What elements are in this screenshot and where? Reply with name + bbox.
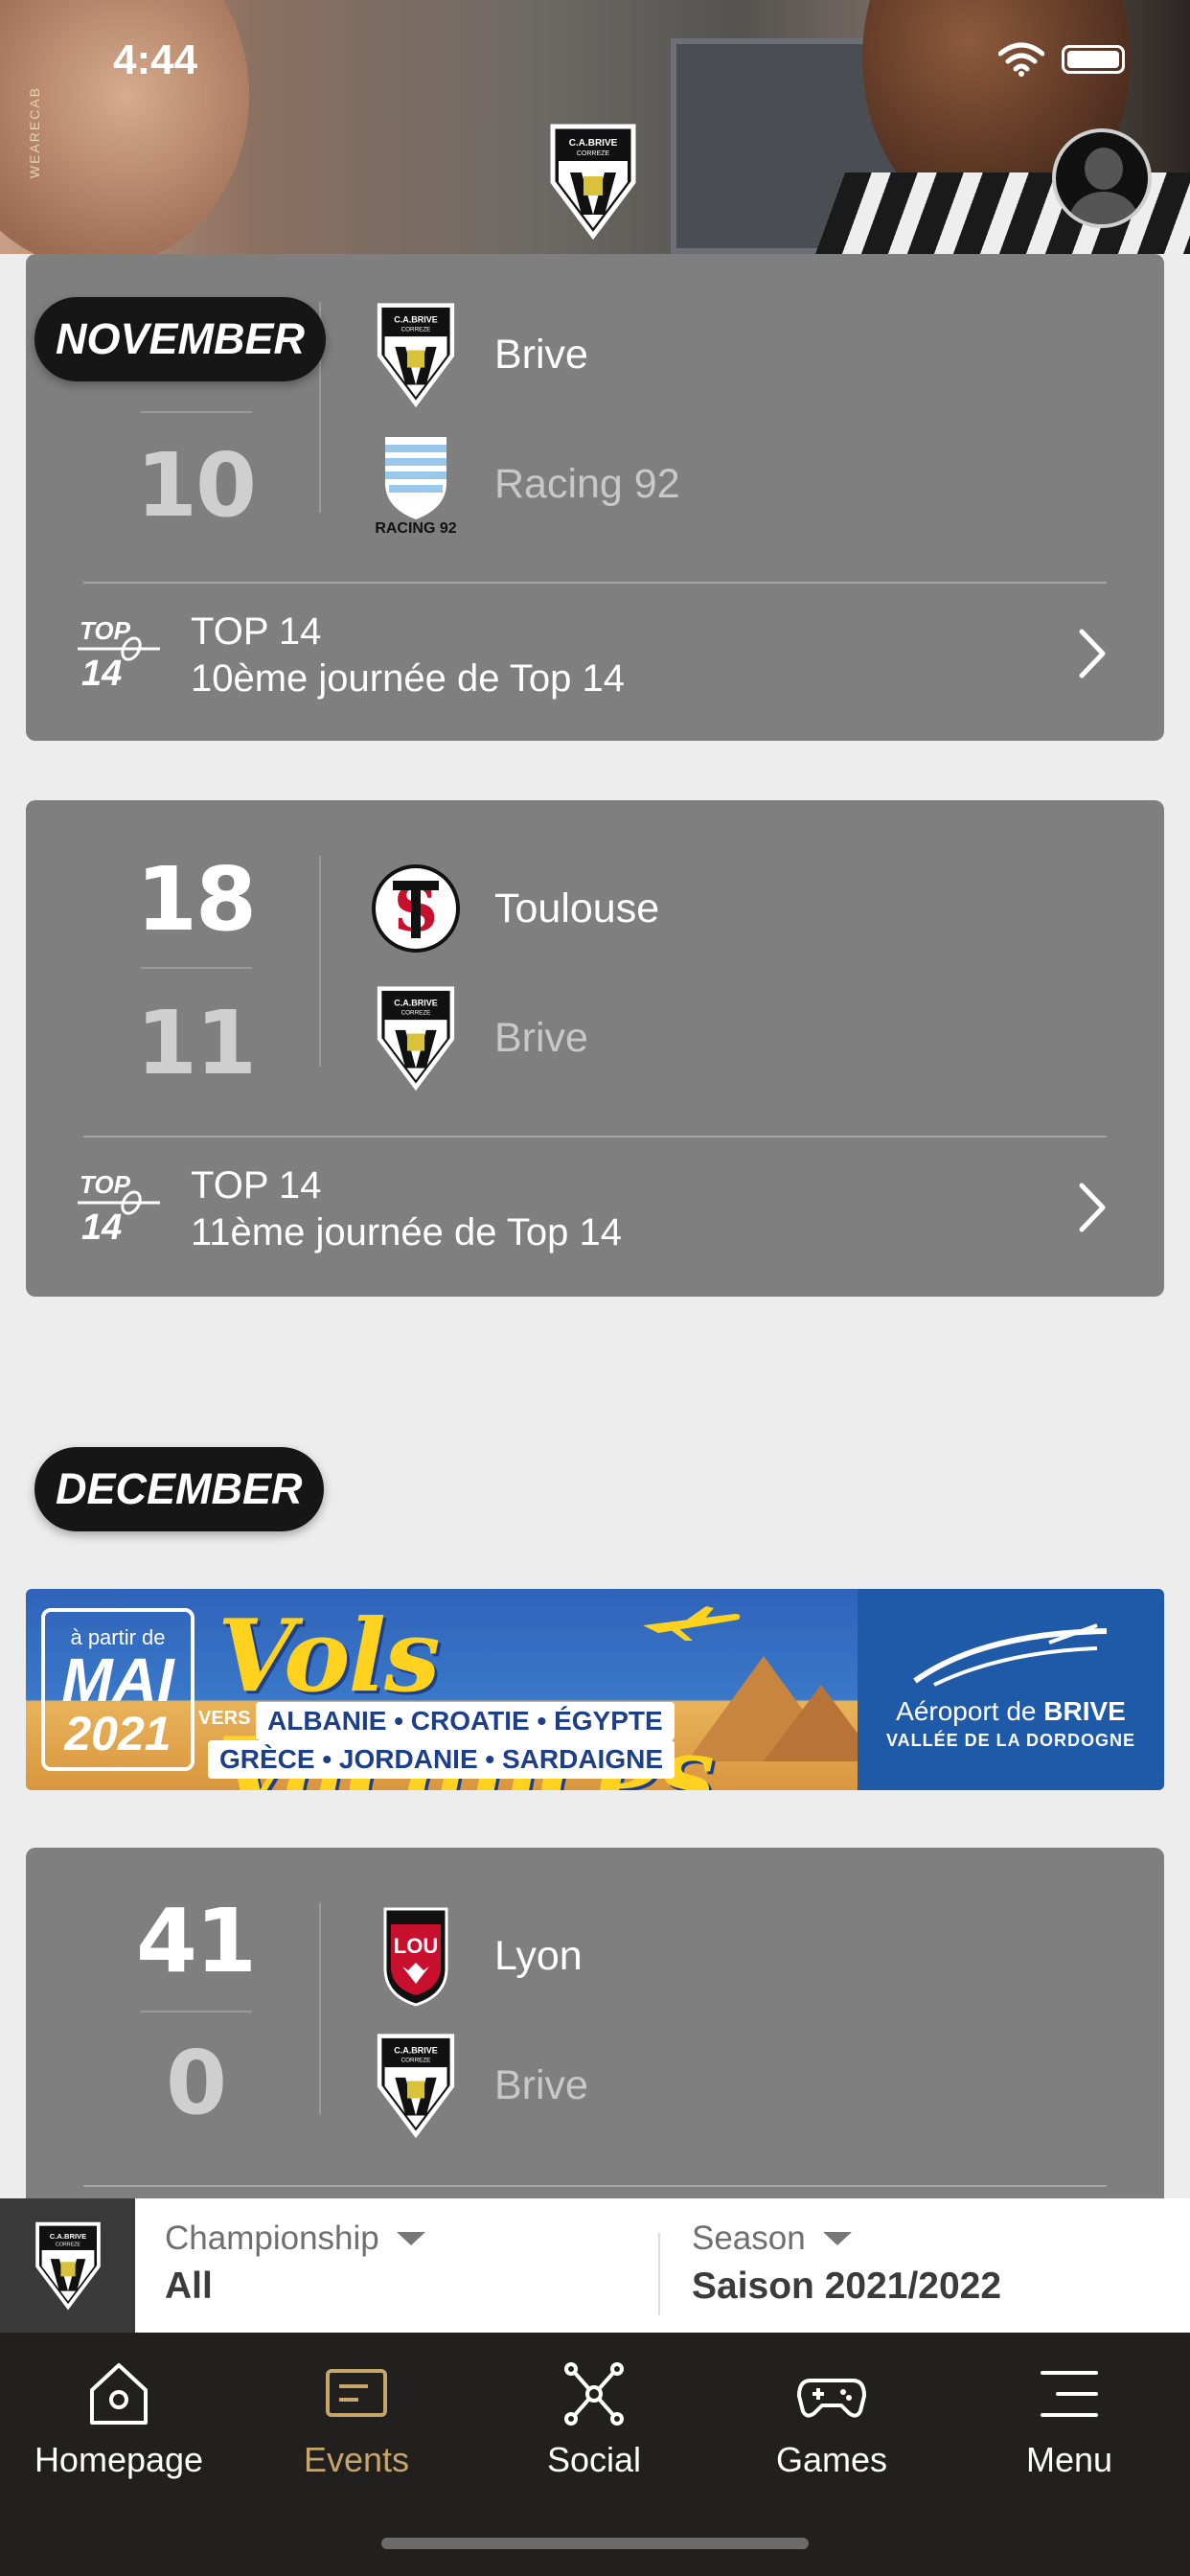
championship-value: All [165, 2266, 213, 2307]
round-label: 10ème journée de Top 14 [191, 657, 625, 700]
season-value: Saison 2021/2022 [692, 2266, 1002, 2307]
score-bottom: 0 [165, 2032, 227, 2134]
competition-title: TOP 14 [191, 1164, 322, 1207]
away-team-name: Brive [494, 2061, 588, 2108]
brive-logo [372, 985, 460, 1091]
chevron-right-icon[interactable] [1078, 628, 1107, 679]
score-top: 18 [135, 848, 257, 951]
airport-prefix: Aéroport de [896, 1696, 1044, 1726]
away-team-name: Racing 92 [494, 460, 680, 507]
home-icon [90, 2363, 148, 2425]
competition-row: TOP 14 11ème journée de Top 14 [76, 1164, 622, 1254]
svg-text:RACING 92: RACING 92 [375, 520, 456, 537]
tab-homepage[interactable]: Homepage [0, 2358, 238, 2480]
home-team-name: Brive [494, 331, 588, 378]
away-team: Brive [372, 2033, 588, 2138]
racing92-logo: RACING 92 [375, 437, 457, 537]
tab-social[interactable]: Social [475, 2358, 713, 2480]
championship-filter[interactable]: Championship All [165, 2220, 425, 2308]
away-team: Brive [372, 985, 588, 1091]
airport-logo [913, 1623, 1108, 1687]
month-badge-november: NOVEMBER [34, 297, 327, 381]
card-divider [83, 1136, 1107, 1138]
status-time: 4:44 [113, 36, 198, 83]
home-team: Brive [372, 302, 588, 407]
ad-destinations-1: ALBANIE • CROATIE • ÉGYPTE [256, 1702, 675, 1740]
gamepad-icon [797, 2379, 866, 2418]
tab-social-label: Social [546, 2440, 642, 2479]
airport-region: VALLÉE DE LA DORDOGNE [885, 1731, 1135, 1750]
chevron-right-icon[interactable] [1078, 1182, 1107, 1233]
ad-date-year: 2021 [64, 1707, 172, 1760]
lyon-logo: LOU [383, 1907, 448, 2007]
home-indicator[interactable] [381, 2538, 809, 2549]
tab-games-label: Games [775, 2440, 888, 2479]
tab-menu-label: Menu [1025, 2440, 1113, 2479]
ad-destinations-2: GRÈCE • JORDANIE • SARDAIGNE [208, 1740, 675, 1779]
month-badge-december: DECEMBER [34, 1447, 324, 1531]
competition-title: TOP 14 [191, 610, 322, 653]
tab-events-label: Events [303, 2440, 410, 2479]
season-filter[interactable]: Season Saison 2021/2022 [692, 2220, 1001, 2308]
filter-divider [658, 2233, 660, 2315]
home-team-name: Toulouse [494, 885, 660, 932]
events-icon [326, 2369, 387, 2417]
score-divider [319, 856, 321, 1067]
tab-games[interactable]: Games [713, 2358, 950, 2480]
status-icons [998, 42, 1125, 77]
top14-logo [76, 612, 164, 699]
home-team-name: Lyon [494, 1932, 583, 1979]
score-bottom: 11 [135, 992, 257, 1094]
away-team: RACING 92 Racing 92 [372, 431, 680, 537]
competition-row: TOP 14 10ème journée de Top 14 [76, 610, 625, 701]
social-icon [564, 2362, 624, 2426]
top14-logo [76, 1166, 164, 1253]
ad-date-box: à partir de MAI 2021 [41, 1608, 195, 1771]
filter-bar: Championship All Season Saison 2021/2022 [0, 2198, 1190, 2333]
tab-events[interactable]: Events [238, 2358, 475, 2480]
header-side-text: WEARECAB [27, 86, 42, 179]
score-bottom: 10 [135, 434, 257, 537]
brive-logo [372, 302, 460, 407]
score-separator [141, 967, 252, 969]
tab-menu[interactable]: Menu [950, 2358, 1188, 2480]
toulouse-logo: S [372, 864, 460, 953]
wifi-icon [998, 42, 1044, 77]
header-banner: WEARECAB 4:44 [0, 0, 1190, 254]
round-label: 11ème journée de Top 14 [191, 1211, 622, 1254]
championship-label: Championship [165, 2220, 379, 2257]
brive-logo [372, 2033, 460, 2138]
score-separator [141, 411, 252, 413]
card-divider [83, 2185, 1107, 2187]
score-top: 41 [135, 1890, 257, 1992]
tab-homepage-label: Homepage [34, 2440, 204, 2479]
ad-sponsor-area: Aéroport de BRIVE VALLÉE DE LA DORDOGNE [858, 1589, 1164, 1790]
match-card[interactable]: 18 11 S Toulouse Brive TOP 14 11ème jour… [26, 800, 1164, 1297]
ad-date-month: MAI [61, 1645, 174, 1714]
airplane-icon [643, 1606, 741, 1641]
club-logo[interactable] [545, 123, 641, 240]
profile-avatar-button[interactable] [1052, 128, 1152, 228]
home-team: LOU Lyon [372, 1903, 583, 2009]
score-separator [141, 2011, 252, 2012]
ad-promo-area: à partir de MAI 2021 Vols Vacances VERS … [26, 1589, 879, 1790]
filter-club-logo [0, 2198, 135, 2333]
brive-logo [32, 2218, 104, 2313]
battery-icon [1062, 45, 1125, 74]
away-team-name: Brive [494, 1014, 588, 1061]
dropdown-caret-icon [822, 2232, 852, 2245]
card-divider [83, 582, 1107, 584]
home-team: S Toulouse [372, 856, 659, 961]
ad-banner[interactable]: à partir de MAI 2021 Vols Vacances VERS … [26, 1589, 1164, 1790]
menu-icon [1041, 2371, 1098, 2417]
dropdown-caret-icon [396, 2232, 425, 2245]
score-divider [319, 1903, 321, 2114]
ad-vers: VERS [198, 1708, 251, 1729]
airport-city: BRIVE [1043, 1696, 1126, 1726]
season-label: Season [692, 2220, 806, 2257]
airport-name: Aéroport de BRIVE [858, 1696, 1164, 1727]
svg-text:LOU: LOU [394, 1934, 438, 1958]
match-card[interactable]: 41 0 LOU Lyon Brive [26, 1848, 1164, 2250]
